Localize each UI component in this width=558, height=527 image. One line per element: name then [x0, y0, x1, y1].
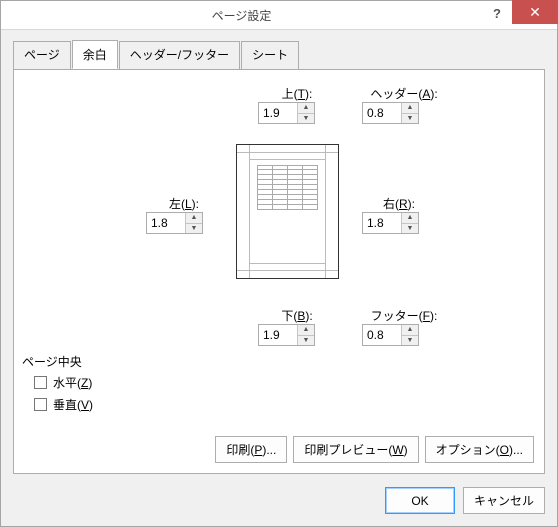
spin-down-icon[interactable]: ▼: [402, 224, 418, 234]
left-margin-input[interactable]: [147, 213, 185, 233]
spinner-arrows: ▲ ▼: [185, 213, 202, 233]
top-margin-input[interactable]: [259, 103, 297, 123]
spin-up-icon[interactable]: ▲: [298, 103, 314, 114]
left-margin-spinner[interactable]: ▲ ▼: [146, 212, 203, 234]
tab-margins[interactable]: 余白: [72, 40, 118, 69]
top-margin-label: 上(T):: [257, 85, 337, 102]
spin-down-icon[interactable]: ▼: [298, 336, 314, 346]
spinner-arrows: ▲ ▼: [401, 325, 418, 345]
panel-actions: 印刷(P)... 印刷プレビュー(W) オプション(O)...: [215, 436, 534, 463]
spinner-arrows: ▲ ▼: [401, 103, 418, 123]
spin-up-icon[interactable]: ▲: [186, 213, 202, 224]
right-margin-input[interactable]: [363, 213, 401, 233]
center-vertical-label: 垂直(V): [53, 396, 93, 413]
bottom-margin-spinner[interactable]: ▲ ▼: [258, 324, 315, 346]
dialog-footer: OK キャンセル: [385, 487, 545, 514]
print-button[interactable]: 印刷(P)...: [215, 436, 287, 463]
help-button[interactable]: ?: [482, 1, 512, 25]
titlebar: ページ設定 ? ✕: [1, 1, 557, 30]
page-center-group: ページ中央 水平(Z) 垂直(V): [20, 355, 534, 415]
margins-panel: 上(T): ヘッダー(A): 左(L): 右(R): 下(B): フッター(F)…: [13, 69, 545, 474]
footer-margin-label: フッター(F):: [359, 307, 449, 324]
header-margin-input[interactable]: [363, 103, 401, 123]
tab-page[interactable]: ページ: [13, 41, 71, 70]
print-preview-button[interactable]: 印刷プレビュー(W): [293, 436, 418, 463]
spin-up-icon[interactable]: ▲: [402, 213, 418, 224]
spinner-arrows: ▲ ▼: [297, 325, 314, 345]
spin-up-icon[interactable]: ▲: [402, 103, 418, 114]
cancel-button[interactable]: キャンセル: [463, 487, 545, 514]
header-margin-label: ヘッダー(A):: [359, 85, 449, 102]
spinner-arrows: ▲ ▼: [401, 213, 418, 233]
spin-down-icon[interactable]: ▼: [402, 336, 418, 346]
page-preview-grid: [257, 165, 318, 220]
center-horizontal-row[interactable]: 水平(Z): [34, 371, 534, 393]
window-title: ページ設定: [1, 7, 482, 24]
tab-sheet[interactable]: シート: [241, 41, 299, 70]
window-controls: ? ✕: [482, 1, 557, 29]
center-horizontal-label: 水平(Z): [53, 374, 92, 391]
page-setup-dialog: ページ設定 ? ✕ ページ 余白 ヘッダー/フッター シート 上(T): ヘッダ…: [0, 0, 558, 527]
spinner-arrows: ▲ ▼: [297, 103, 314, 123]
footer-margin-input[interactable]: [363, 325, 401, 345]
footer-margin-spinner[interactable]: ▲ ▼: [362, 324, 419, 346]
center-vertical-checkbox[interactable]: [34, 398, 47, 411]
dialog-body: ページ 余白 ヘッダー/フッター シート 上(T): ヘッダー(A): 左(L)…: [1, 30, 557, 486]
tab-strip: ページ 余白 ヘッダー/フッター シート: [13, 40, 545, 69]
spin-down-icon[interactable]: ▼: [298, 114, 314, 124]
bottom-margin-label: 下(B):: [257, 307, 337, 324]
options-button[interactable]: オプション(O)...: [425, 436, 534, 463]
spin-up-icon[interactable]: ▲: [402, 325, 418, 336]
spin-down-icon[interactable]: ▼: [186, 224, 202, 234]
spin-up-icon[interactable]: ▲: [298, 325, 314, 336]
tab-header-footer[interactable]: ヘッダー/フッター: [119, 41, 240, 70]
left-margin-label: 左(L):: [144, 195, 224, 212]
page-center-legend: ページ中央: [20, 353, 84, 370]
right-margin-spinner[interactable]: ▲ ▼: [362, 212, 419, 234]
top-margin-spinner[interactable]: ▲ ▼: [258, 102, 315, 124]
header-margin-spinner[interactable]: ▲ ▼: [362, 102, 419, 124]
bottom-margin-input[interactable]: [259, 325, 297, 345]
center-horizontal-checkbox[interactable]: [34, 376, 47, 389]
center-vertical-row[interactable]: 垂直(V): [34, 393, 534, 415]
ok-button[interactable]: OK: [385, 487, 455, 514]
right-margin-label: 右(R):: [359, 195, 439, 212]
close-button[interactable]: ✕: [512, 0, 558, 24]
spin-down-icon[interactable]: ▼: [402, 114, 418, 124]
page-preview: [236, 144, 339, 279]
